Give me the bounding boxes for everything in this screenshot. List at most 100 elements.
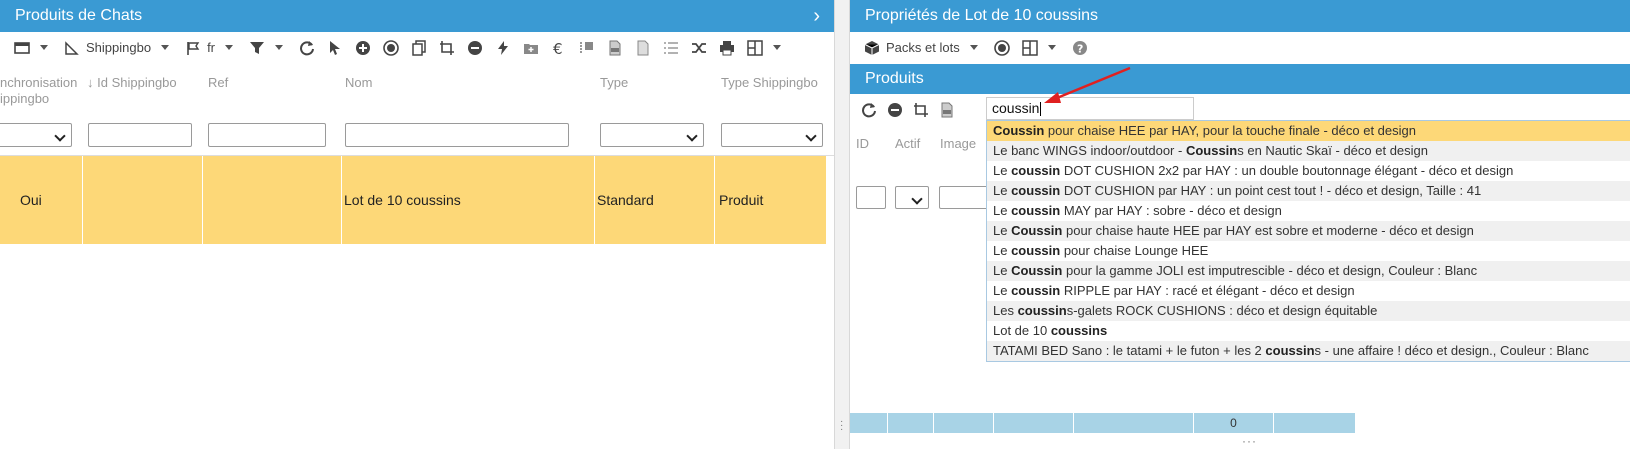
layout-icon (1021, 39, 1038, 56)
file-button[interactable] (629, 36, 657, 60)
suggestion-item[interactable]: Le coussin DOT CUSHION par HAY : un poin… (987, 181, 1630, 201)
cell-nom: Lot de 10 coussins (342, 156, 595, 244)
right-toolbar: Packs et lots ? (850, 32, 1630, 63)
suggestion-suffix: RIPPLE par HAY : racé et élégant - déco … (1060, 283, 1355, 298)
add-folder-button[interactable] (517, 36, 545, 60)
suggestion-item[interactable]: Le Coussin pour la gamme JOLI est imputr… (987, 261, 1630, 281)
column-header-type-shippingbo[interactable]: Type Shippingbo (721, 75, 818, 91)
language-dropdown-button[interactable]: fr (179, 36, 243, 60)
help-button[interactable]: ? (1066, 36, 1094, 60)
column-header-nom[interactable]: Nom (345, 75, 372, 91)
window-icon (14, 41, 30, 54)
layout-dropdown-button[interactable] (741, 36, 791, 60)
actif-filter-select[interactable] (895, 186, 929, 209)
suggestion-item[interactable]: Le coussin pour chaise Lounge HEE (987, 241, 1630, 261)
column-header-actif[interactable]: Actif (895, 136, 920, 151)
footer-cell (850, 413, 888, 433)
table-row[interactable]: Oui Lot de 10 coussins Standard Produit (0, 156, 826, 244)
resize-handle-icon[interactable]: ··· (1242, 434, 1257, 448)
suggestion-suffix: s - une affaire ! déco et design., Coule… (1314, 343, 1589, 358)
red-annotation-arrow-icon (1044, 66, 1131, 103)
nom-filter-input[interactable] (345, 123, 569, 147)
produits-crop-button[interactable] (908, 98, 934, 122)
copy-button[interactable] (405, 36, 433, 60)
suggestion-highlight: coussin (1011, 203, 1061, 218)
plus-circle-icon (356, 40, 371, 55)
sync-filter-select[interactable] (0, 123, 72, 147)
suggestion-item[interactable]: Lot de 10 coussins (987, 321, 1630, 341)
suggestion-item[interactable]: TATAMI BED Sano : le tatami + le futon +… (987, 341, 1630, 361)
select-button[interactable] (321, 36, 349, 60)
right-panel-title-bar: Propriétés de Lot de 10 coussins (850, 0, 1630, 32)
left-toolbar: Shippingbo fr € (0, 32, 834, 63)
suggestion-prefix: Le (993, 203, 1012, 218)
sync-button[interactable] (377, 36, 405, 60)
help-circle-icon: ? (1072, 40, 1087, 55)
column-header-id[interactable]: ID (856, 136, 869, 151)
suggestion-item[interactable]: Les coussins-galets ROCK CUSHIONS : déco… (987, 301, 1630, 321)
column-header-image[interactable]: Image (940, 136, 976, 151)
panel-splitter[interactable]: · · · (835, 0, 849, 449)
suggestion-item[interactable]: Le Coussin pour chaise haute HEE par HAY… (987, 221, 1630, 241)
price-button[interactable]: € (545, 36, 573, 60)
suggestion-item[interactable]: Le banc WINGS indoor/outdoor - Coussins … (987, 141, 1630, 161)
suggestion-highlight: coussin (1265, 343, 1315, 358)
image-filter-input[interactable] (939, 186, 989, 209)
column-header-ref[interactable]: Ref (208, 75, 228, 91)
sort-down-arrow-icon: ↓ (87, 75, 94, 90)
produits-refresh-button[interactable] (856, 98, 882, 122)
remove-button[interactable] (461, 36, 489, 60)
chevron-right-icon[interactable]: › (813, 0, 820, 32)
suggestion-prefix: Lot de 10 (993, 323, 1051, 338)
filter-icon (250, 41, 265, 54)
print-button[interactable] (713, 36, 741, 60)
view-dropdown-button[interactable] (8, 36, 58, 60)
suggestion-prefix: Le (993, 183, 1012, 198)
column-header-type[interactable]: Type (600, 75, 628, 91)
column-header-id-shippingbo[interactable]: ↓ Id Shippingbo (87, 75, 177, 91)
footer-cell (1074, 413, 1194, 433)
type-filter-select[interactable] (600, 123, 704, 147)
suggestion-item[interactable]: Le coussin DOT CUSHION 2x2 par HAY : un … (987, 161, 1630, 181)
column-header-sync[interactable]: nchronisation ippingbo (0, 75, 80, 107)
suggestion-item[interactable]: Le coussin RIPPLE par HAY : racé et élég… (987, 281, 1630, 301)
crop-button[interactable] (433, 36, 461, 60)
suggestion-suffix: pour chaise Lounge HEE (1060, 243, 1209, 258)
filter-dropdown-button[interactable] (243, 36, 293, 60)
svg-text:€: € (553, 40, 563, 56)
produits-csv-button[interactable] (934, 98, 960, 122)
csv-export-button[interactable] (601, 36, 629, 60)
suggestion-highlight: coussin (1011, 163, 1061, 178)
suggestion-item[interactable]: Coussin pour chaise HEE par HAY, pour la… (987, 121, 1630, 141)
type-shippingbo-filter-select[interactable] (721, 123, 823, 147)
refresh-button[interactable] (293, 36, 321, 60)
column-header-id-label: Id Shippingbo (97, 75, 177, 90)
cell-sync: Oui (0, 156, 83, 244)
suggestion-highlight: coussin (1017, 303, 1067, 318)
packs-dropdown-button[interactable]: Packs et lots (858, 36, 988, 60)
add-button[interactable] (349, 36, 377, 60)
refresh-icon (300, 40, 315, 55)
ruler-triangle-icon (65, 40, 79, 55)
drag-handle-icon[interactable]: · · · (840, 417, 844, 435)
globe-sync-icon (993, 39, 1010, 56)
shuffle-button[interactable] (685, 36, 713, 60)
column-header-image-label: Image (940, 136, 977, 151)
ref-filter-input[interactable] (208, 123, 326, 147)
flash-button[interactable] (489, 36, 517, 60)
suggestion-prefix: Le (993, 243, 1012, 258)
right-sync-button[interactable] (988, 36, 1016, 60)
suggestion-suffix: s en Nautic Skaï - déco et design (1237, 143, 1429, 158)
tag-button[interactable] (573, 36, 601, 60)
produits-remove-button[interactable] (882, 98, 908, 122)
right-panel: Propriétés de Lot de 10 coussins Packs e… (849, 0, 1630, 449)
suggestion-suffix: s-galets ROCK CUSHIONS : déco et design … (1066, 303, 1378, 318)
id-shippingbo-filter-input[interactable] (88, 123, 192, 147)
id-filter-input[interactable] (856, 186, 886, 209)
right-layout-dropdown-button[interactable] (1016, 36, 1066, 60)
shippingbo-dropdown-button[interactable]: Shippingbo (58, 36, 179, 60)
suggestion-item[interactable]: Le coussin MAY par HAY : sobre - déco et… (987, 201, 1630, 221)
footer-cell (994, 413, 1074, 433)
suggestion-highlight: coussin (1011, 183, 1061, 198)
list-button[interactable] (657, 36, 685, 60)
